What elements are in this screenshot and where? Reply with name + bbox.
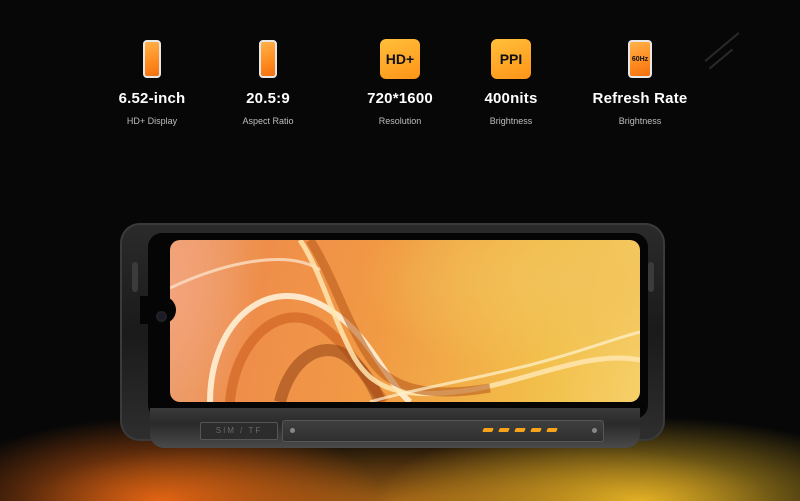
refresh-rate-icon: 60Hz bbox=[628, 40, 652, 78]
phone-screen bbox=[170, 240, 640, 402]
side-button bbox=[132, 262, 138, 292]
screen-notch bbox=[140, 296, 176, 324]
spec-row: 6.52-inch HD+ Display 20.5:9 Aspect Rati… bbox=[0, 0, 800, 140]
spec-value: 20.5:9 bbox=[246, 90, 290, 107]
ppi-badge-icon: PPI bbox=[491, 39, 531, 79]
pogo-pin bbox=[498, 428, 510, 432]
spec-aspect-ratio: 20.5:9 Aspect Ratio bbox=[198, 36, 338, 126]
spec-value: 400nits bbox=[484, 90, 538, 107]
spec-label: Brightness bbox=[618, 116, 662, 126]
pogo-pin bbox=[530, 428, 542, 432]
pogo-pin bbox=[514, 428, 526, 432]
hd-plus-badge-icon: HD+ bbox=[380, 39, 420, 79]
screw-icon bbox=[290, 428, 295, 433]
side-button bbox=[648, 262, 654, 292]
phone-icon bbox=[143, 40, 161, 78]
spec-label: Aspect Ratio bbox=[242, 116, 294, 126]
sim-tray: SIM / TF bbox=[200, 422, 278, 440]
spec-brightness: PPI 400nits Brightness bbox=[441, 36, 581, 126]
spec-label: Brightness bbox=[489, 116, 533, 126]
wallpaper-curves bbox=[170, 240, 640, 402]
front-camera-icon bbox=[158, 313, 165, 320]
spec-value: Refresh Rate bbox=[592, 90, 688, 107]
pogo-pin bbox=[546, 428, 558, 432]
pogo-pin bbox=[482, 428, 494, 432]
screw-icon bbox=[592, 428, 597, 433]
phone-icon bbox=[259, 40, 277, 78]
spec-refresh-rate: 60Hz Refresh Rate Brightness bbox=[570, 36, 710, 126]
